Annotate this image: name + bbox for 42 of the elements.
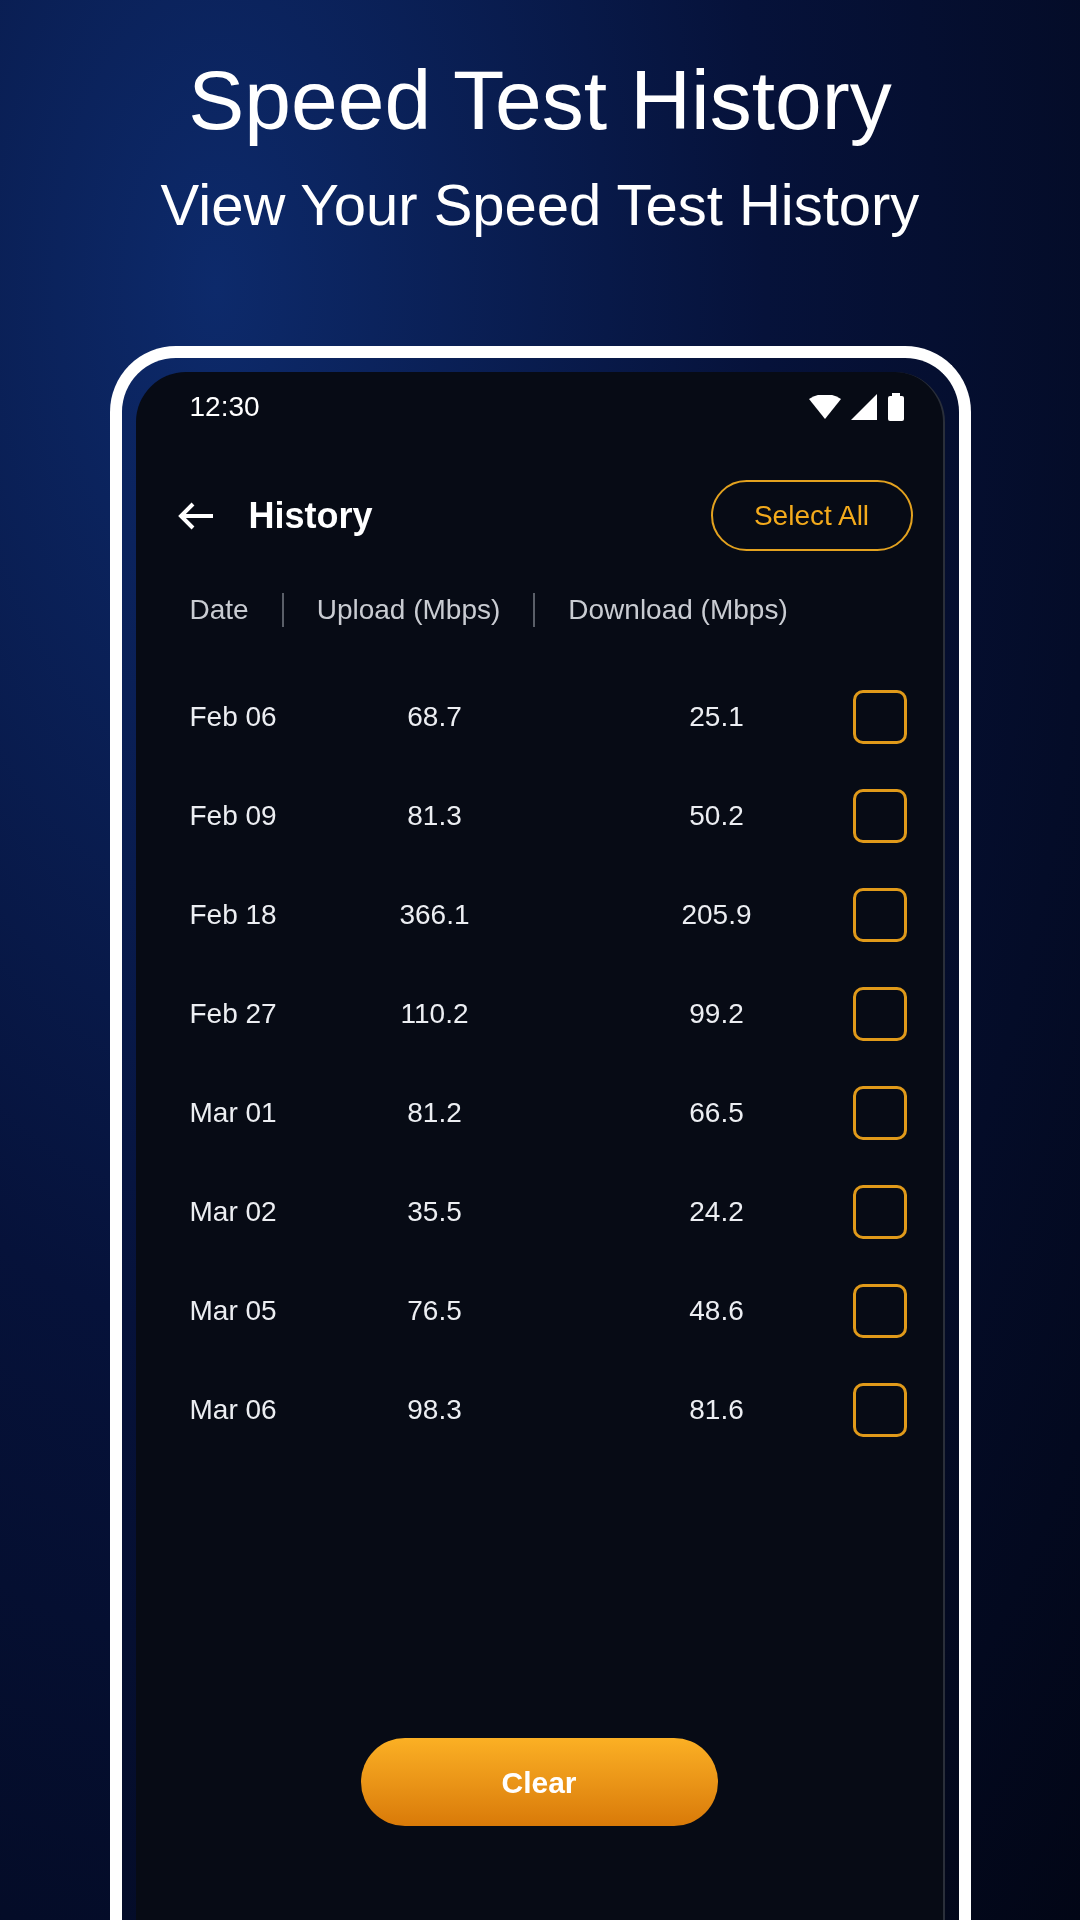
date-cell-text: Mar 02 [189, 1194, 278, 1229]
date-cell-text: Mar 05 [189, 1293, 278, 1328]
download-cell-text: 50.2 [688, 798, 745, 833]
row-checkbox[interactable] [852, 887, 907, 942]
upload-cell-text: 98.3 [406, 1392, 463, 1427]
date-cell-text: Feb 27 [189, 996, 278, 1031]
row-checkbox[interactable] [852, 788, 907, 843]
download-cell-text: 99.2 [688, 996, 745, 1031]
wifi-icon [808, 395, 841, 419]
row-checkbox[interactable] [852, 986, 907, 1041]
row-checkbox[interactable] [852, 1382, 907, 1437]
upload-cell-text: 366.1 [398, 897, 471, 932]
row-checkbox[interactable] [852, 1283, 907, 1338]
row-checkbox[interactable] [852, 1085, 907, 1140]
date-cell-text: Mar 01 [189, 1095, 278, 1130]
screen-title: History [248, 493, 373, 538]
date-cell-text: Mar 06 [189, 1392, 278, 1427]
upload-cell-text: 81.2 [406, 1095, 463, 1130]
column-header: Date [189, 593, 249, 627]
date-cell-text: Feb 18 [189, 897, 278, 932]
upload-cell-text: 76.5 [406, 1293, 463, 1328]
download-cell-text: 25.1 [688, 699, 745, 734]
download-cell-text: 81.6 [688, 1392, 745, 1427]
download-cell-text: 205.9 [680, 897, 753, 932]
column-header: Download (Mbps) [568, 593, 788, 627]
select-all-button[interactable]: Select All [710, 480, 913, 551]
download-cell-text: 66.5 [688, 1095, 745, 1130]
signal-icon [850, 394, 877, 420]
upload-cell-text: 68.7 [406, 699, 463, 734]
upload-cell-text: 81.3 [406, 798, 463, 833]
date-cell-text: Feb 06 [189, 699, 278, 734]
back-arrow-icon [176, 500, 215, 531]
download-cell-text: 24.2 [688, 1194, 745, 1229]
upload-cell-text: 35.5 [406, 1194, 463, 1229]
date-cell-text: Feb 09 [189, 798, 278, 833]
row-checkbox[interactable] [852, 1184, 907, 1239]
column-header: Upload (Mbps) [316, 593, 501, 627]
battery-icon [886, 393, 905, 421]
upload-cell-text: 110.2 [399, 996, 470, 1031]
row-checkbox[interactable] [852, 689, 907, 744]
download-cell-text: 48.6 [688, 1293, 745, 1328]
status-time: 12:30 [189, 390, 260, 424]
